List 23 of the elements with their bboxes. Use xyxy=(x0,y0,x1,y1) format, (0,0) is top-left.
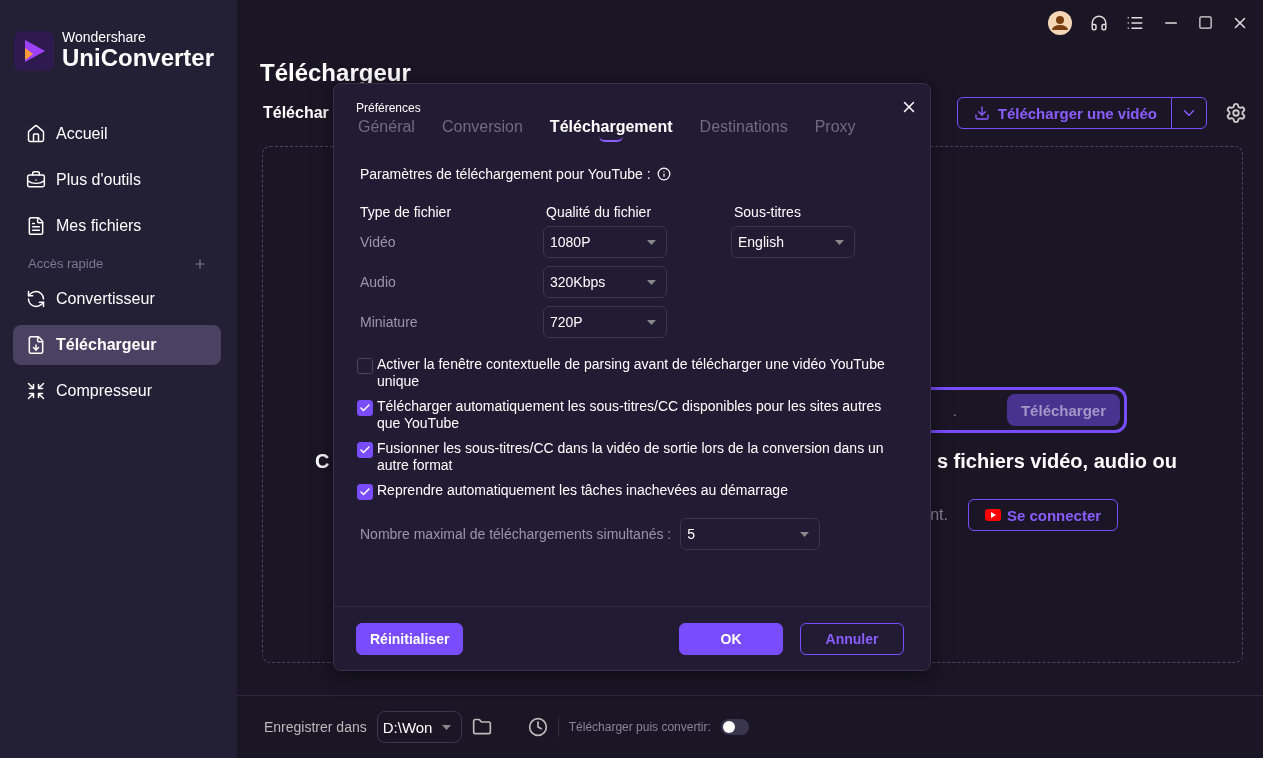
option-label: Fusionner les sous-titres/CC dans la vidéo de sortie lors de la conversion dans un autre format xyxy=(377,440,885,474)
brand-name: Wondershare xyxy=(62,30,147,45)
file-type-label: Miniature xyxy=(360,314,419,330)
column-header: Qualité du fichier xyxy=(546,204,653,220)
column-header: Sous-titres xyxy=(734,204,802,220)
convert-label: Télécharger puis convertir: xyxy=(568,720,711,734)
max-downloads-label: Nombre maximal de téléchargements simultanés : xyxy=(360,526,672,542)
save-label: Enregistrer dans xyxy=(264,719,367,735)
option-label: Reprendre automatiquement les tâches inachevées au démarrage xyxy=(377,482,789,499)
page-title: Téléchargeur xyxy=(259,59,412,87)
note-text: nt. xyxy=(930,506,948,524)
column-header: Type de fichier xyxy=(360,204,453,220)
heading-text: s fichiers vidéo, audio ou xyxy=(936,450,1177,473)
product-name: UniConverter xyxy=(62,45,215,71)
heading-text: C xyxy=(315,450,330,473)
section-label: Accès rapide xyxy=(28,256,104,271)
file-type-label: Vidéo xyxy=(360,234,397,250)
section-label: Paramètres de téléchargement pour YouTube : xyxy=(360,166,651,182)
option-label: Activer la fenêtre contextuelle de parsing avant de télécharger une vidéo YouTube unique xyxy=(377,356,886,390)
dialog-title: Préférences xyxy=(356,101,421,116)
section-title: Téléchar xyxy=(263,104,329,122)
file-type-label: Audio xyxy=(360,274,397,290)
option-label: Télécharger automatiquement les sous-titres/CC disponibles pour les sites autres que YouTube xyxy=(377,398,883,432)
